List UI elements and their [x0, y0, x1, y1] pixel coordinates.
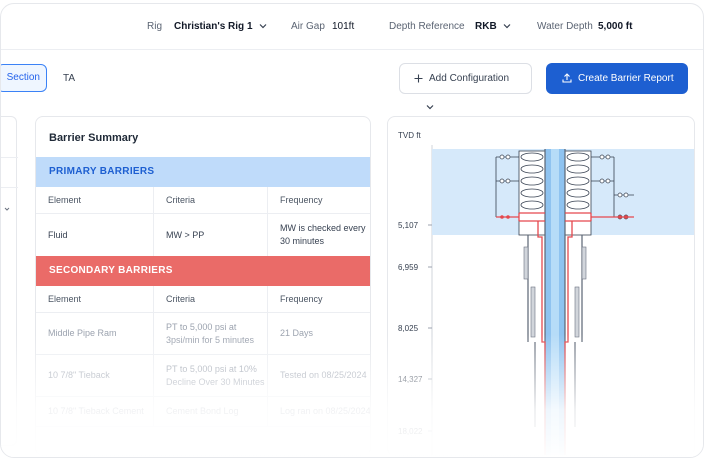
toolbar: Section TA Add Configuration Create Barr… [1, 50, 703, 112]
water-depth-label: Water Depth [537, 21, 593, 32]
secondary-barriers-header: SECONDARY BARRIERS [36, 256, 370, 286]
chevron-down-icon [504, 24, 511, 29]
create-barrier-report-button[interactable]: Create Barrier Report [546, 63, 688, 94]
criteria-cell: PT to 5,000 psi at 10% Decline Over 30 M… [153, 355, 267, 396]
tab-section[interactable]: Section [1, 64, 47, 92]
app-window: Rig Christian's Rig 1 Air Gap 101ft Dept… [0, 3, 704, 458]
chevron-down-icon[interactable] [4, 206, 10, 212]
table-header-row: Element Criteria Frequency [36, 187, 370, 214]
section-list-panel [1, 116, 18, 446]
rig-selector[interactable]: Christian's Rig 1 [174, 21, 267, 32]
water-depth-value: 5,000 ft [598, 21, 633, 32]
element-cell: 10 7/8" Tieback [48, 370, 110, 380]
barrier-summary-title: Barrier Summary [49, 132, 139, 144]
air-gap-value: 101ft [332, 21, 355, 32]
tab-ta[interactable]: TA [63, 73, 75, 84]
column-header-criteria: Criteria [153, 187, 267, 213]
create-barrier-report-label: Create Barrier Report [578, 73, 674, 84]
table-header-row: Element Criteria Frequency [36, 286, 370, 313]
frequency-cell: MW is checked every 30 minutes [267, 214, 370, 256]
frequency-cell: 21 Days [267, 313, 370, 354]
wellbore-diagram-card: TVD ft 5,107 6,959 8,025 14,327 18,022 [387, 116, 695, 456]
tvd-axis-title: TVD ft [398, 131, 421, 140]
upload-icon [562, 73, 572, 83]
frequency-cell: Tested on 08/25/2024 [267, 355, 370, 396]
table-row[interactable]: Fluid MW > PP MW is checked every 30 min… [36, 214, 370, 256]
primary-barriers-header: PRIMARY BARRIERS [36, 157, 370, 187]
criteria-cell: MW > PP [153, 214, 267, 256]
depth-reference-selector[interactable]: RKB [475, 21, 511, 32]
table-row[interactable]: 10 7/8" Tieback Cement Cement Bond Log L… [36, 397, 370, 427]
depth-tick-label: 6,959 [398, 263, 419, 272]
rig-value: Christian's Rig 1 [174, 21, 253, 32]
plus-icon [414, 74, 423, 83]
barrier-summary-card: Barrier Summary PRIMARY BARRIERS Element… [35, 116, 371, 456]
depth-tick-label: 18,022 [398, 427, 423, 436]
depth-reference-value: RKB [475, 21, 497, 32]
column-header-frequency: Frequency [267, 187, 370, 213]
wellbore-schematic [428, 145, 694, 455]
chevron-down-icon [426, 105, 434, 110]
rig-label: Rig [147, 21, 163, 32]
column-header-frequency: Frequency [267, 286, 370, 312]
depth-tick-label: 8,025 [398, 324, 419, 333]
element-cell: 10 7/8" Tieback Cement [48, 406, 144, 416]
frequency-cell: Log ran on 08/25/2024 [267, 397, 370, 426]
element-cell: Middle Pipe Ram [48, 328, 117, 338]
table-row[interactable]: 10 7/8" Tieback PT to 5,000 psi at 10% D… [36, 355, 370, 397]
criteria-cell: PT to 5,000 psi at 3psi/min for 5 minute… [153, 313, 267, 354]
depth-reference-label: Depth Reference [389, 21, 465, 32]
column-header-criteria: Criteria [153, 286, 267, 312]
add-configuration-label: Add Configuration [429, 73, 510, 84]
depth-tick-label: 14,327 [398, 375, 423, 384]
well-header: Rig Christian's Rig 1 Air Gap 101ft Dept… [1, 4, 703, 50]
column-header-element: Element [48, 293, 82, 304]
column-header-element: Element [48, 194, 82, 205]
element-cell: Fluid [48, 229, 68, 240]
table-row[interactable]: Middle Pipe Ram PT to 5,000 psi at 3psi/… [36, 313, 370, 355]
air-gap-label: Air Gap [291, 21, 325, 32]
chevron-down-icon [259, 24, 267, 29]
criteria-cell: Cement Bond Log [153, 397, 267, 426]
depth-tick-label: 5,107 [398, 221, 419, 230]
add-configuration-button[interactable]: Add Configuration [399, 63, 532, 110]
